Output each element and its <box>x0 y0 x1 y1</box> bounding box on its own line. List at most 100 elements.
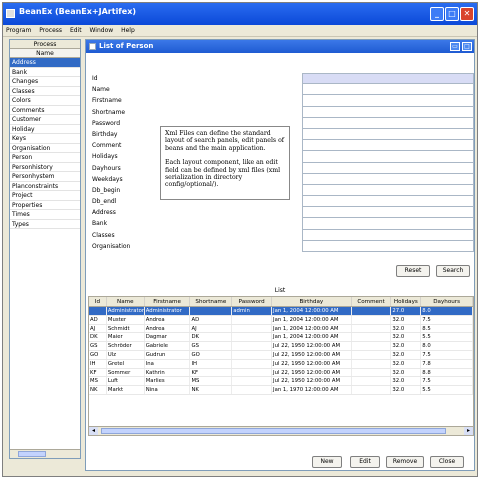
sidebar-item-holiday[interactable]: Holiday <box>10 125 80 134</box>
sidebar-item-personhistory[interactable]: Personhistory <box>10 163 80 172</box>
column-header-comment[interactable]: Comment <box>352 297 392 306</box>
table-hscrollbar[interactable]: ◂ ▸ <box>89 426 473 435</box>
table-row[interactable]: Administrator Administrator admin Jan 1, 20… <box>89 307 473 316</box>
table-row[interactable]: NK Markt Nina NK Jan 1, 1970 12:00:00 AM 32.0… <box>89 386 473 395</box>
table-cell: DK <box>190 333 233 342</box>
table-row[interactable]: IH Gretel Ina IH Jul 22, 1950 12:00:00 AM 32.… <box>89 359 473 369</box>
menu-program[interactable]: Program <box>3 25 34 36</box>
column-header-birthday[interactable]: Birthday <box>272 297 352 306</box>
sidebar-item-keys[interactable]: Keys <box>10 134 80 144</box>
column-header-name[interactable]: Name <box>107 297 145 306</box>
table-row[interactable]: AD Muster Andrea AD Jan 1, 2004 12:00:00 AM 3… <box>89 315 473 325</box>
form-field-name[interactable] <box>302 84 474 96</box>
sidebar-item-customer[interactable]: Customer <box>10 115 80 125</box>
table-cell: 32.0 <box>391 350 422 359</box>
form-field-dayhours[interactable] <box>302 162 474 174</box>
sidebar-scroll-thumb[interactable] <box>18 451 46 457</box>
form-field-firstname[interactable] <box>302 95 474 107</box>
table-row[interactable]: GO Ulz Gudrun GO Jul 22, 1950 12:00:00 AM 32.… <box>89 350 473 360</box>
sidebar-item-personhystem[interactable]: Personhystem <box>10 172 80 182</box>
form-field-db_endl[interactable] <box>302 196 474 208</box>
table-row[interactable]: GS Schröder Gabriele GS Jul 22, 1950 12:00:0… <box>89 342 473 351</box>
sidebar-item-types[interactable]: Types <box>10 220 80 229</box>
table-cell <box>190 307 233 315</box>
inner-minimize-icon[interactable]: ▭ <box>450 42 460 51</box>
table-cell <box>352 307 392 315</box>
table-cell: Luft <box>107 377 145 386</box>
table-row[interactable]: DK Maier Dagmar DK Jan 1, 2004 12:00:00 AM 32… <box>89 333 473 343</box>
column-header-holidays[interactable]: Holidays <box>391 297 422 306</box>
table-cell: AD <box>89 315 107 324</box>
form-field-classes[interactable] <box>302 229 474 241</box>
table-cell: Gabriele <box>145 342 191 350</box>
form-field-id[interactable] <box>302 73 474 85</box>
form-field-password[interactable] <box>302 117 474 129</box>
form-label-address: Address <box>92 209 116 217</box>
minimize-icon[interactable]: _ <box>430 7 444 21</box>
form-field-holidays[interactable] <box>302 151 474 163</box>
search-button[interactable]: Search <box>436 265 470 277</box>
sidebar-item-bank[interactable]: Bank <box>10 68 80 77</box>
table-cell: Maier <box>107 333 145 342</box>
edit-button[interactable]: Edit <box>350 456 380 468</box>
table-cell <box>232 386 273 394</box>
table-cell: 32.0 <box>391 333 422 342</box>
sidebar-item-times[interactable]: Times <box>10 210 80 220</box>
close-icon[interactable]: ✕ <box>460 7 474 21</box>
note-paragraph-2: Each layout component, like an edit fiel… <box>165 159 281 189</box>
sidebar-item-changes[interactable]: Changes <box>10 77 80 87</box>
table-scroll-thumb[interactable] <box>101 428 446 434</box>
table-row[interactable]: MS Luft Marlies MS Jul 22, 1950 12:00:00 AM 3… <box>89 377 473 387</box>
table-cell: Jul 22, 1950 12:00:00 AM <box>272 377 352 386</box>
table-cell: Schröder <box>107 342 145 350</box>
sidebar-item-colors[interactable]: Colors <box>10 96 80 106</box>
maximize-icon[interactable]: □ <box>445 7 459 21</box>
new-button[interactable]: New <box>312 456 342 468</box>
column-header-firstname[interactable]: Firstname <box>145 297 191 306</box>
form-field-comment[interactable] <box>302 140 474 152</box>
column-header-shortname[interactable]: Shortname <box>190 297 233 306</box>
form-field-db_begin[interactable] <box>302 184 474 197</box>
sidebar-scrollbar[interactable] <box>10 449 80 458</box>
app-window: BeanEx (BeanEx+JArtifex) _ □ ✕ Program P… <box>2 2 478 477</box>
sidebar-item-address[interactable]: Address <box>10 58 80 68</box>
inner-maximize-icon[interactable]: □ <box>462 42 472 51</box>
table-cell: Markt <box>107 386 145 394</box>
scroll-left-icon[interactable]: ◂ <box>89 427 98 435</box>
form-field-weekdays[interactable] <box>302 173 474 185</box>
close-button[interactable]: Close <box>430 456 464 468</box>
title-bar[interactable]: BeanEx (BeanEx+JArtifex) _ □ ✕ <box>3 3 477 25</box>
sidebar-item-project[interactable]: Project <box>10 191 80 201</box>
sidebar-item-comments[interactable]: Comments <box>10 106 80 115</box>
form-field-address[interactable] <box>302 207 474 219</box>
column-header-dayhours[interactable]: Dayhours <box>421 297 473 306</box>
table-cell: Gretel <box>107 359 145 368</box>
menu-process[interactable]: Process <box>36 25 65 36</box>
table-row[interactable]: KF Sommer Kathrin KF Jul 22, 1950 12:00:00 A… <box>89 368 473 378</box>
table-row[interactable]: AJ Schmidt Andrea AJ Jan 1, 2004 12:00:00 AM… <box>89 324 473 334</box>
person-table: Id Name Firstname Shortname Password Birthday… <box>88 296 474 436</box>
remove-button[interactable]: Remove <box>386 456 424 468</box>
column-header-id[interactable]: Id <box>89 297 107 306</box>
form-field-bank[interactable] <box>302 218 474 230</box>
sidebar-item-organisation[interactable]: Organisation <box>10 144 80 153</box>
table-cell: Gudrun <box>145 350 191 359</box>
form-field-shortname[interactable] <box>302 106 474 118</box>
sidebar-item-classes[interactable]: Classes <box>10 87 80 96</box>
inner-title-bar[interactable]: List of Person ▭ □ <box>86 40 474 53</box>
form-field-organisation[interactable] <box>302 240 474 252</box>
table-cell <box>232 368 273 377</box>
column-header-password[interactable]: Password <box>232 297 273 306</box>
table-cell: 8.5 <box>421 324 473 333</box>
table-cell: Administrator <box>107 307 145 315</box>
reset-button[interactable]: Reset <box>396 265 430 277</box>
sidebar-item-properties[interactable]: Properties <box>10 201 80 210</box>
menu-edit[interactable]: Edit <box>67 25 85 36</box>
menu-help[interactable]: Help <box>118 25 138 36</box>
sidebar-item-planconstraints[interactable]: Planconstraints <box>10 182 80 191</box>
sidebar-item-person[interactable]: Person <box>10 153 80 163</box>
scroll-right-icon[interactable]: ▸ <box>464 427 473 435</box>
menu-window[interactable]: Window <box>86 25 116 36</box>
form-field-birthday[interactable] <box>302 128 474 141</box>
sidebar-column-header[interactable]: Name <box>10 49 80 58</box>
